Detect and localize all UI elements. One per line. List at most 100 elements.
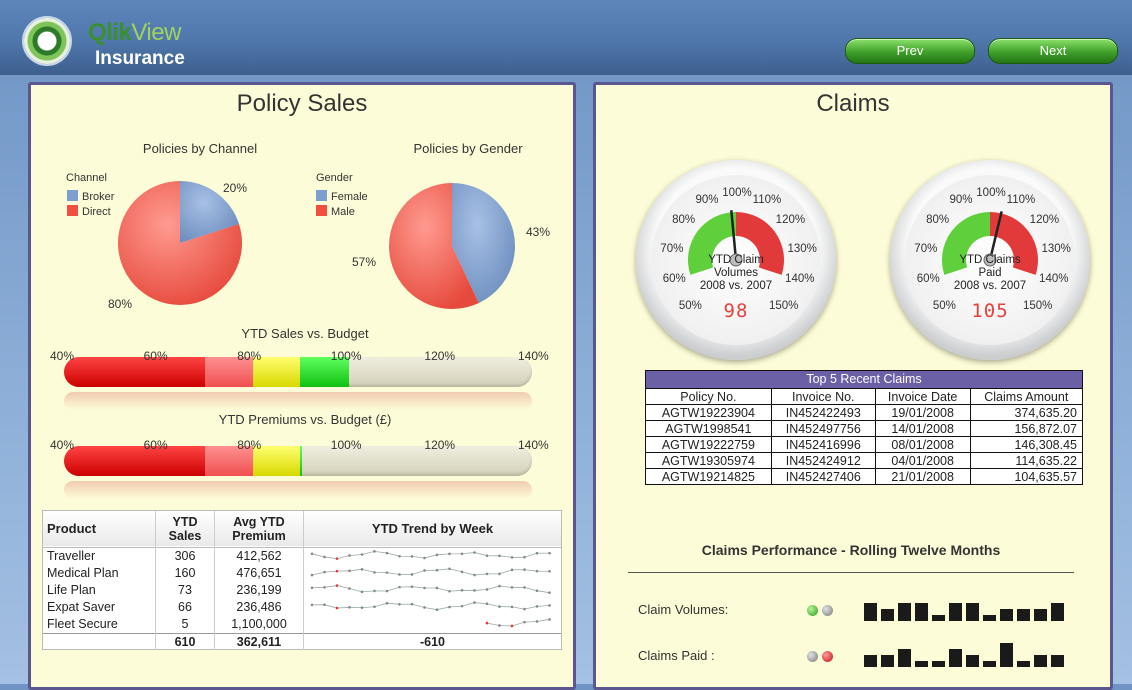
claims-row[interactable]: AGTW19222759 IN452416996 08/01/2008 146,308… bbox=[645, 436, 1084, 453]
product-table: Product YTD Sales Avg YTD Premium YTD Tren… bbox=[42, 510, 562, 650]
g1-cap3: 2008 vs. 2007 bbox=[699, 280, 773, 292]
app-logo-text: QlikView bbox=[88, 19, 181, 47]
channel-legend-title: Channel bbox=[66, 172, 107, 184]
status-led-icon bbox=[807, 651, 818, 662]
avg-premium-value: 236,486 bbox=[214, 598, 304, 616]
claims-cell: AGTW19305974 bbox=[645, 452, 772, 469]
bullet-tick-label: 120% bbox=[424, 349, 456, 363]
avg-premium-value: 1,100,000 bbox=[214, 615, 304, 633]
claims-title: Claims bbox=[816, 90, 890, 117]
col-avg-line2: Premium bbox=[232, 528, 286, 543]
gauge-tick-label: 120% bbox=[775, 214, 806, 227]
policies-by-channel-title: Policies by Channel bbox=[142, 141, 258, 156]
performance-bar bbox=[898, 603, 911, 621]
band-red bbox=[64, 357, 205, 387]
claims-cell: IN452424912 bbox=[770, 452, 876, 469]
claims-cell: IN452416996 bbox=[770, 436, 876, 453]
gauge-tick-label: 70% bbox=[660, 242, 684, 255]
gauge-tick-label: 60% bbox=[662, 273, 686, 286]
direct-swatch bbox=[67, 205, 78, 216]
pct-male: 57% bbox=[352, 255, 377, 269]
g1-cap2: Volumes bbox=[713, 267, 759, 279]
bullet-tick-label: 60% bbox=[143, 349, 168, 363]
gauge-tick-label: 100% bbox=[976, 187, 1006, 199]
col-ytd-sales[interactable]: YTD Sales bbox=[155, 511, 215, 547]
totals-row: 610 362,611 -610 bbox=[43, 633, 561, 650]
policies-by-gender-title: Policies by Gender bbox=[413, 141, 523, 156]
next-button[interactable]: Next bbox=[988, 38, 1118, 64]
avg-premium-value: 236,199 bbox=[214, 581, 304, 599]
product-name: Medical Plan bbox=[47, 566, 119, 580]
performance-bar bbox=[1000, 609, 1013, 621]
table-row[interactable]: Fleet Secure 5 1,100,000 bbox=[43, 615, 561, 633]
claims-col-header[interactable]: Invoice No. bbox=[770, 388, 876, 405]
performance-bar bbox=[983, 615, 996, 621]
claims-cell: 156,872.07 bbox=[969, 420, 1084, 437]
performance-bar bbox=[898, 649, 911, 667]
table-row[interactable]: Expat Saver 66 236,486 bbox=[43, 598, 561, 616]
col-avg-premium[interactable]: Avg YTD Premium bbox=[214, 511, 304, 547]
col-avg-line1: Avg YTD bbox=[233, 514, 285, 529]
trend-sparkline bbox=[303, 598, 561, 616]
gauge-tick-label: 80% bbox=[926, 214, 950, 227]
gender-legend-title: Gender bbox=[316, 172, 353, 184]
prev-button[interactable]: Prev bbox=[845, 38, 975, 64]
claims-row[interactable]: AGTW1998541 IN452497756 14/01/2008 156,872.… bbox=[645, 420, 1084, 437]
legend-item-male: Male bbox=[316, 205, 355, 218]
pct-broker: 20% bbox=[223, 181, 248, 195]
claims-cell: 21/01/2008 bbox=[874, 468, 971, 485]
legend-item-female: Female bbox=[316, 190, 368, 203]
claims-cell: 19/01/2008 bbox=[874, 404, 971, 421]
claims-row[interactable]: AGTW19214825 IN452427406 21/01/2008 104,635… bbox=[645, 468, 1084, 485]
claims-cell: IN452422493 bbox=[770, 404, 876, 421]
bullet-tick-label: 40% bbox=[50, 349, 75, 363]
claims-col-header[interactable]: Invoice Date bbox=[874, 388, 971, 405]
table-row[interactable]: Life Plan 73 236,199 bbox=[43, 581, 561, 599]
claims-cell: 374,635.20 bbox=[969, 404, 1084, 421]
avg-premium-value: 476,651 bbox=[214, 564, 304, 582]
claims-row[interactable]: AGTW19305974 IN452424912 04/01/2008 114,635… bbox=[645, 452, 1084, 469]
claim-volumes-value: 98 bbox=[723, 300, 749, 322]
performance-bar bbox=[966, 655, 979, 667]
claims-cell: AGTW19214825 bbox=[645, 468, 772, 485]
recent-claims-title: Top 5 Recent Claims bbox=[645, 370, 1083, 388]
trend-sparkline bbox=[303, 581, 561, 599]
claims-paid-value: 105 bbox=[971, 300, 1009, 322]
performance-bar bbox=[1000, 643, 1013, 667]
g1-cap1: YTD Claim bbox=[708, 254, 764, 266]
col-product[interactable]: Product bbox=[43, 511, 156, 547]
claims-col-header[interactable]: Claims Amount bbox=[969, 388, 1084, 405]
broker-swatch bbox=[67, 190, 78, 201]
performance-bar bbox=[915, 661, 928, 667]
policy-sales-title: Policy Sales bbox=[236, 90, 368, 117]
table-row[interactable]: Traveller 306 412,562 bbox=[43, 547, 561, 565]
pct-direct: 80% bbox=[108, 297, 133, 311]
performance-bar bbox=[1034, 609, 1047, 621]
ytd-sales-value: 160 bbox=[155, 564, 215, 582]
claims-cell: IN452497756 bbox=[770, 420, 876, 437]
channel-pie-chart bbox=[118, 181, 242, 305]
product-name: Life Plan bbox=[47, 583, 96, 597]
bullet-tick-label: 100% bbox=[330, 438, 362, 452]
col-trend[interactable]: YTD Trend by Week bbox=[303, 511, 561, 547]
band-red bbox=[64, 446, 205, 476]
table-row[interactable]: Medical Plan 160 476,651 bbox=[43, 564, 561, 582]
gauge-tick-label: 150% bbox=[768, 299, 799, 312]
total-premium: 362,611 bbox=[214, 633, 304, 650]
claims-col-header[interactable]: Policy No. bbox=[645, 388, 772, 405]
sales-budget-ticks bbox=[0, 349, 1, 350]
total-sales: 610 bbox=[155, 633, 215, 650]
claims-row[interactable]: AGTW19223904 IN452422493 19/01/2008 374,635… bbox=[645, 404, 1084, 421]
ytd-sales-value: 306 bbox=[155, 547, 215, 565]
claims-cell: 104,635.57 bbox=[969, 468, 1084, 485]
logo-text-qlik: Qlik bbox=[88, 19, 132, 46]
performance-bar bbox=[864, 603, 877, 621]
g2-cap3: 2008 vs. 2007 bbox=[953, 280, 1027, 292]
claim-volumes-caption: YTD Claim Volumes 2008 vs. 2007 bbox=[686, 254, 786, 293]
legend-item-direct: Direct bbox=[67, 205, 111, 218]
legend-label-male: Male bbox=[331, 206, 355, 218]
claims-cell: 08/01/2008 bbox=[874, 436, 971, 453]
premium-budget-gauge bbox=[64, 446, 532, 476]
claims-performance-title: Claims Performance - Rolling Twelve Mont… bbox=[701, 542, 1001, 558]
status-led-icon bbox=[807, 605, 818, 616]
